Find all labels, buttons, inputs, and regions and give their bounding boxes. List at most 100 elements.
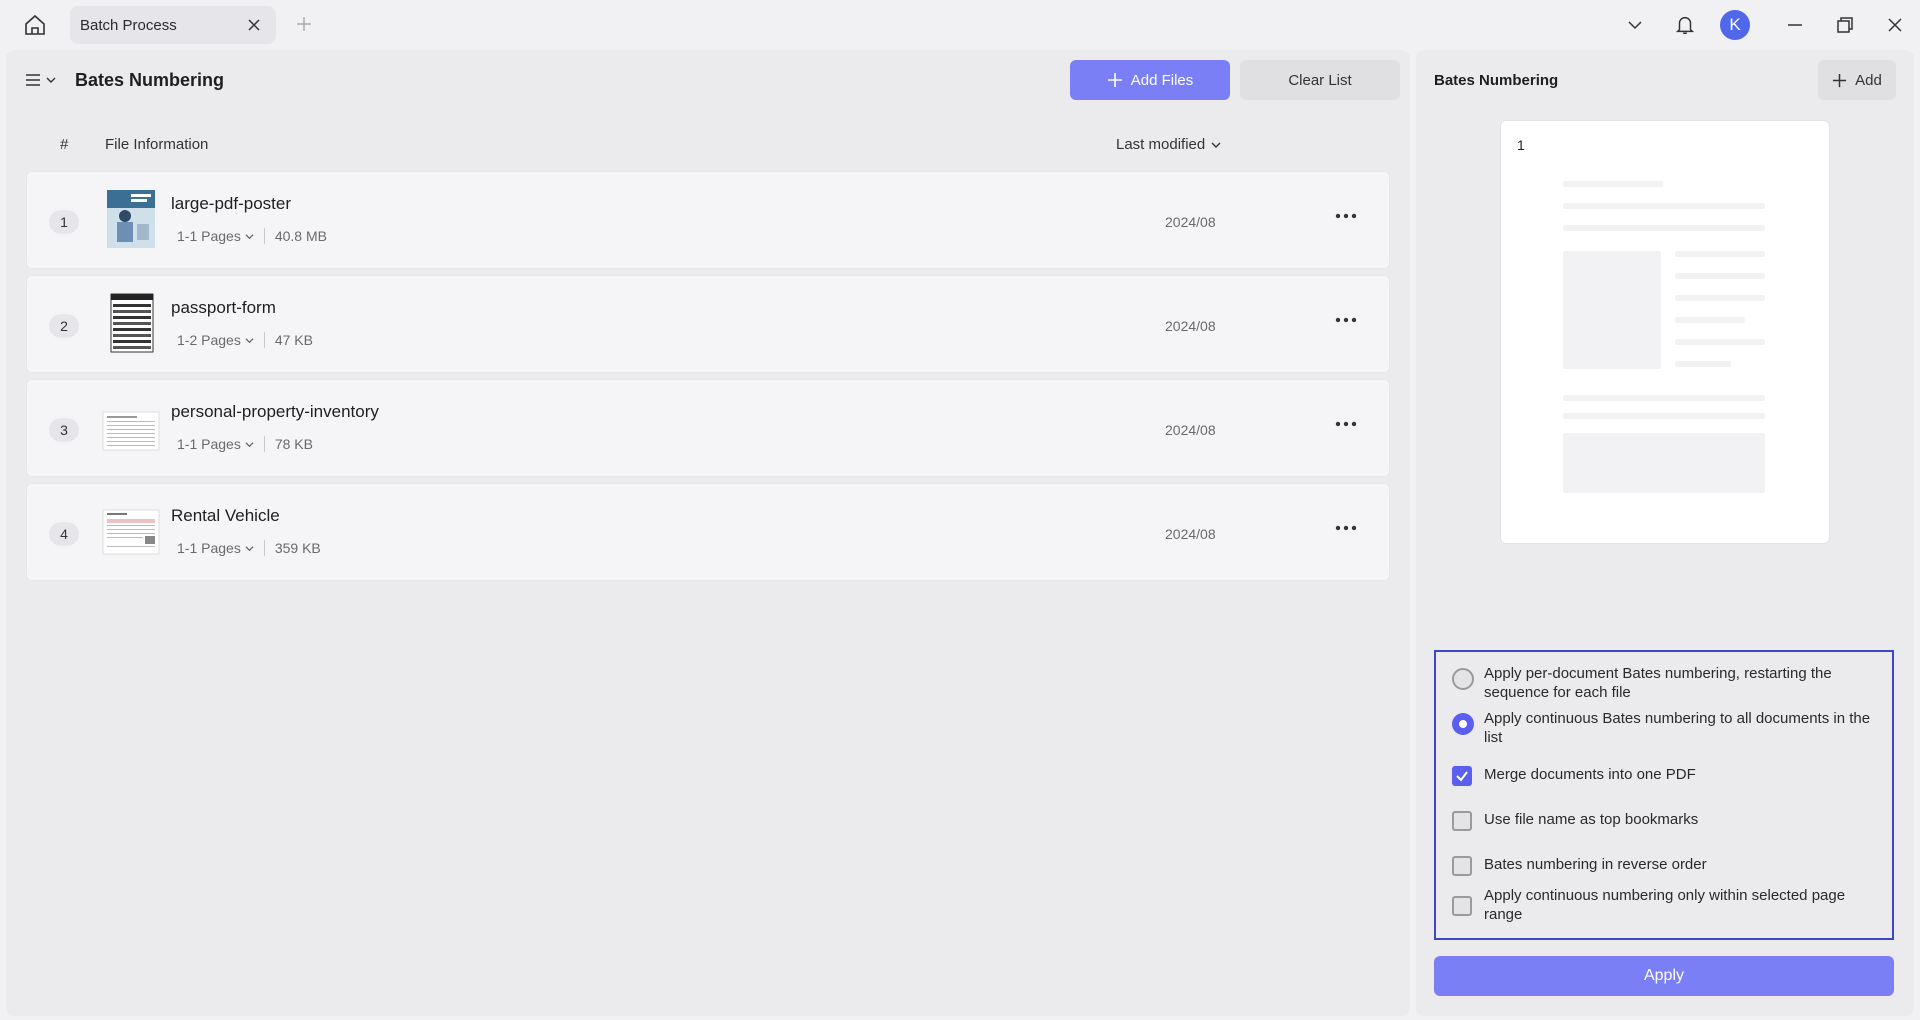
option-continuous[interactable]: Apply continuous Bates numbering to all … <box>1452 709 1882 747</box>
option-label: Apply continuous numbering only within s… <box>1484 887 1846 923</box>
row-number: 3 <box>49 418 79 442</box>
sort-last-modified[interactable]: Last modified <box>1116 136 1221 153</box>
placeholder-line <box>1675 339 1765 345</box>
checkbox-reverse-order[interactable] <box>1452 856 1474 878</box>
option-file-bookmarks[interactable]: Use file name as top bookmarks <box>1452 807 1882 833</box>
divider <box>263 540 265 556</box>
option-per-document[interactable]: Apply per-document Bates numbering, rest… <box>1452 664 1882 702</box>
file-name: passport-form <box>171 298 276 317</box>
file-meta: 1-2 Pages 47 KB <box>177 332 313 348</box>
option-label: Use file name as top bookmarks <box>1484 811 1699 828</box>
menu-icon[interactable] <box>24 68 64 92</box>
chevron-down-icon <box>245 337 254 343</box>
more-options-icon[interactable] <box>1331 518 1361 538</box>
row-number: 2 <box>49 314 79 338</box>
page-range-select[interactable]: 1-1 Pages <box>177 228 254 244</box>
placeholder-line <box>1563 181 1663 187</box>
checkbox-merge[interactable] <box>1452 766 1474 788</box>
option-label: Merge documents into one PDF <box>1484 766 1696 783</box>
option-merge[interactable]: Merge documents into one PDF <box>1452 762 1882 788</box>
checkbox-box <box>1452 811 1472 831</box>
table-row[interactable]: 4 Rental Vehicle 1-1 Pages 359 KB 2024/0… <box>26 483 1390 581</box>
chevron-down-icon[interactable] <box>1620 10 1650 40</box>
page-range-label: 1-1 Pages <box>177 540 241 556</box>
document-thumbnail <box>101 500 161 562</box>
divider <box>263 228 265 244</box>
file-size: 78 KB <box>274 436 313 452</box>
file-name: personal-property-inventory <box>171 402 379 421</box>
page-range-select[interactable]: 1-1 Pages <box>177 540 254 556</box>
file-list-panel: Bates Numbering Add Files Clear List # F… <box>6 50 1410 1016</box>
placeholder-line <box>1563 203 1765 209</box>
table-row[interactable]: 2 passport-form 1-2 Pages 47 KB 2024/08 <box>26 275 1390 373</box>
placeholder-line <box>1675 273 1765 279</box>
add-label: Add <box>1855 71 1882 89</box>
form-thumbnail <box>101 292 161 354</box>
file-date: 2024/08 <box>1165 214 1216 230</box>
chevron-down-icon <box>245 233 254 239</box>
file-size: 47 KB <box>274 332 313 348</box>
option-page-range[interactable]: Apply continuous numbering only within s… <box>1452 886 1882 924</box>
checkbox-box <box>1452 856 1472 876</box>
bell-icon[interactable] <box>1670 10 1700 40</box>
row-number: 1 <box>49 210 79 234</box>
page-title: Bates Numbering <box>75 70 225 90</box>
placeholder-line <box>1675 295 1765 301</box>
radio-per-document[interactable] <box>1452 668 1474 690</box>
bates-options: Apply per-document Bates numbering, rest… <box>1434 650 1894 940</box>
file-size: 359 KB <box>274 540 321 556</box>
file-date: 2024/08 <box>1165 422 1216 438</box>
page-range-label: 1-2 Pages <box>177 332 241 348</box>
chevron-down-icon <box>1211 142 1221 148</box>
title-bar: Batch Process K <box>0 0 1920 50</box>
file-meta: 1-1 Pages 78 KB <box>177 436 313 452</box>
option-reverse-order[interactable]: Bates numbering in reverse order <box>1452 852 1882 878</box>
apply-button[interactable]: Apply <box>1434 956 1894 996</box>
placeholder-image <box>1563 251 1661 369</box>
more-options-icon[interactable] <box>1331 310 1361 330</box>
panel-title: Bates Numbering <box>1434 72 1559 89</box>
divider <box>263 436 265 452</box>
checkbox-file-bookmarks[interactable] <box>1452 811 1474 833</box>
placeholder-line <box>1675 317 1745 323</box>
page-range-select[interactable]: 1-2 Pages <box>177 332 254 348</box>
page-range-label: 1-1 Pages <box>177 228 241 244</box>
plus-icon <box>1107 73 1122 87</box>
file-date: 2024/08 <box>1165 318 1216 334</box>
file-meta: 1-1 Pages 359 KB <box>177 540 321 556</box>
option-label: Apply per-document Bates numbering, rest… <box>1484 665 1832 701</box>
close-icon[interactable] <box>244 15 264 35</box>
clear-list-button[interactable]: Clear List <box>1240 60 1400 100</box>
column-file-information: File Information <box>105 136 209 153</box>
add-files-button[interactable]: Add Files <box>1070 60 1230 100</box>
plus-icon[interactable] <box>292 12 316 36</box>
more-options-icon[interactable] <box>1331 206 1361 226</box>
placeholder-line <box>1563 413 1765 419</box>
checkbox-page-range[interactable] <box>1452 896 1474 918</box>
more-options-icon[interactable] <box>1331 414 1361 434</box>
document-thumbnail <box>101 396 161 458</box>
checkbox-box <box>1452 896 1472 916</box>
divider <box>263 332 265 348</box>
tab-batch-process[interactable]: Batch Process <box>70 6 276 44</box>
restore-icon[interactable] <box>1830 10 1860 40</box>
bates-settings-panel: Bates Numbering Add 1 Apply per-document… <box>1416 50 1914 1016</box>
row-number: 4 <box>49 522 79 546</box>
placeholder-line <box>1675 251 1765 257</box>
placeholder-line <box>1563 395 1765 401</box>
column-index: # <box>60 136 69 153</box>
page-range-label: 1-1 Pages <box>177 436 241 452</box>
avatar[interactable]: K <box>1720 10 1750 40</box>
table-row[interactable]: 3 personal-property-inventory 1-1 Pages … <box>26 379 1390 477</box>
minimize-icon[interactable] <box>1780 10 1810 40</box>
file-date: 2024/08 <box>1165 526 1216 542</box>
placeholder-line <box>1563 225 1765 231</box>
radio-continuous[interactable] <box>1452 713 1474 735</box>
option-label: Bates numbering in reverse order <box>1484 856 1707 873</box>
add-bates-button[interactable]: Add <box>1818 60 1896 100</box>
page-preview: 1 <box>1500 120 1830 544</box>
home-icon[interactable] <box>18 10 52 40</box>
table-row[interactable]: 1 large-pdf-poster 1-1 Pages 40.8 MB 202… <box>26 171 1390 269</box>
close-window-icon[interactable] <box>1880 10 1910 40</box>
page-range-select[interactable]: 1-1 Pages <box>177 436 254 452</box>
